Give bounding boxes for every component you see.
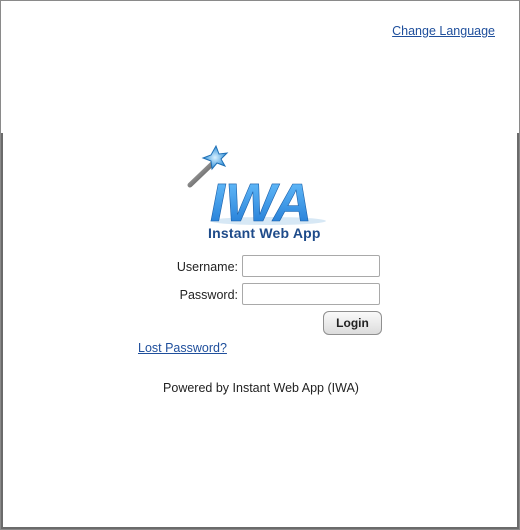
logo-wordmark: IWA <box>210 173 312 233</box>
password-label: Password: <box>179 288 238 302</box>
password-row: Password: <box>151 283 383 307</box>
change-language-link[interactable]: Change Language <box>392 24 495 38</box>
username-label: Username: <box>176 260 238 274</box>
password-input[interactable] <box>242 283 380 305</box>
window-border-right <box>517 133 519 529</box>
username-row: Username: <box>151 255 383 279</box>
lost-password-link[interactable]: Lost Password? <box>138 341 227 355</box>
powered-by-text: Powered by Instant Web App (IWA) <box>163 381 359 395</box>
login-page: Change Language IWA Instant Web App User… <box>0 0 520 530</box>
logo-subtitle: Instant Web App <box>208 225 321 241</box>
window-border-left <box>1 133 3 529</box>
username-input[interactable] <box>242 255 380 277</box>
login-button[interactable]: Login <box>323 311 382 335</box>
window-border-bottom <box>1 527 519 529</box>
